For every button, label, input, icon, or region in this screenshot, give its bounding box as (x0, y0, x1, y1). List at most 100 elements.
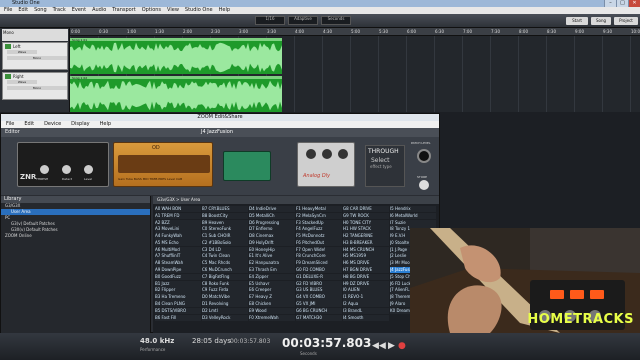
knob-icon[interactable] (322, 149, 332, 159)
timeline-ruler[interactable]: 0:00 0:30 1:00 1:30 2:00 2:30 3:00 3:30 4:00 4:30… (70, 28, 640, 36)
rewind-icon[interactable]: ◀◀ (372, 341, 386, 351)
store-button[interactable] (419, 180, 429, 190)
patch-cell[interactable]: B0 GoodFuzz (155, 273, 201, 281)
patch-cell[interactable]: H7 BGN DRIVE (343, 267, 389, 274)
close-icon[interactable]: ✕ (628, 0, 640, 7)
patch-cell[interactable]: C7 BigFatFlng (202, 273, 248, 281)
patch-level-knob[interactable] (417, 149, 431, 163)
patch-cell[interactable]: H3 B-BREAKER (343, 239, 389, 247)
patch-cell[interactable]: G0 FD COMBO (296, 267, 342, 274)
amp-pedal[interactable]: OD Gain Tube BASS MID TREB PRES Level CA… (113, 142, 213, 187)
patch-cell[interactable]: E7 Heavy Z (249, 294, 295, 301)
patch-cell[interactable]: C8 Roko Funk (202, 280, 248, 287)
record-arm-icon[interactable] (5, 74, 11, 79)
patch-cell[interactable]: A4 FunkyWah (155, 233, 201, 240)
patch-cell[interactable]: H5 MS1959 (343, 253, 389, 260)
arrange-view[interactable]: Song 1 01 Song 1 02 (70, 36, 640, 112)
patch-cell[interactable]: H2 TANGERINE (343, 233, 389, 240)
patch-cell[interactable]: E5 Ushavr (249, 280, 295, 287)
cab-pedal[interactable] (223, 151, 271, 181)
menu-track[interactable]: Track (53, 7, 66, 14)
project-button[interactable]: Project (614, 17, 638, 25)
patch-cell[interactable]: E0 HoneyHip (249, 246, 295, 254)
patch-cell[interactable]: B2 Flipper (155, 287, 201, 294)
library-item[interactable]: ZOOM Online (1, 233, 150, 239)
patch-cell[interactable]: C9 Fuzz Firda (202, 287, 248, 294)
patch-cell[interactable]: C1 Sub CHOIR (202, 233, 248, 240)
patch-cell[interactable]: I4 Smooth (343, 314, 389, 321)
patch-cell[interactable]: G6 BG CRUNCH (296, 307, 342, 315)
knob-icon[interactable] (84, 165, 93, 174)
patch-cell[interactable]: D8 Cinemax (249, 233, 295, 240)
menu-help[interactable]: Help (219, 7, 230, 14)
knob-icon[interactable] (62, 165, 71, 174)
maximize-icon[interactable]: □ (616, 0, 628, 7)
patch-cell[interactable]: D1 Revolving (202, 300, 248, 308)
patch-cell[interactable]: D7 Enfierno (249, 226, 295, 233)
patch-cell[interactable]: D2 Lmtl (202, 307, 248, 315)
patch-cell[interactable]: B6 Fast Fill (155, 314, 201, 321)
menu-file[interactable]: File (4, 7, 12, 14)
patch-cell[interactable]: F0 XtremeWah (249, 314, 295, 321)
minimize-icon[interactable]: – (604, 0, 616, 7)
patch-cell[interactable]: E1 It's Alive (249, 253, 295, 260)
track-mode[interactable]: Wave (7, 80, 37, 84)
patch-cell[interactable]: D6 Progressing (249, 219, 295, 226)
patch-cell[interactable]: G5 VX JMI (296, 300, 342, 308)
patch-cell[interactable]: A3 MoveLini (155, 226, 201, 233)
zoom-menu-device[interactable]: Device (44, 121, 61, 128)
patch-cell[interactable]: D9 HolyDrift (249, 239, 295, 247)
menu-audio[interactable]: Audio (92, 7, 106, 14)
patch-cell[interactable]: A6 MultiMod (155, 246, 201, 254)
patch-cell[interactable]: D0 MatchVibe (202, 294, 248, 301)
patch-cell[interactable]: H4 MS CRUNCH (343, 246, 389, 254)
track-mode[interactable]: Wave (7, 50, 37, 54)
quantize-readout[interactable]: 1/16 (255, 16, 285, 25)
patch-cell[interactable]: A1 TREM FD (155, 212, 201, 220)
patch-cell[interactable]: B7 CRY.BLUES (202, 206, 248, 213)
menu-song[interactable]: Song (34, 7, 47, 14)
patch-cell[interactable]: H1 HW STACK (343, 226, 389, 233)
patch-cell[interactable]: A7 ShufflinIT (155, 253, 201, 260)
patch-cell[interactable]: G2 FD VIBRO (296, 280, 342, 287)
patch-cell[interactable]: C5 Mac Rhcds (202, 260, 248, 267)
patch-cell[interactable]: F8 CrunchCore (296, 253, 342, 260)
patch-cell[interactable]: I1 REVO-1 (343, 294, 389, 301)
patch-cell[interactable]: H0 TONE CITY (343, 219, 389, 226)
znr-pedal[interactable]: ZNR THRESH Detect Level (17, 142, 109, 187)
knob-icon[interactable] (40, 165, 49, 174)
patch-cell[interactable]: D3 VelleyRock (202, 314, 248, 321)
patch-cell[interactable]: C3 D4 LD (202, 246, 248, 254)
audio-clip[interactable]: Song 1 01 (70, 38, 282, 74)
patch-cell[interactable]: A8 SteamWah (155, 260, 201, 267)
patch-cell[interactable]: E4 Zipper (249, 273, 295, 281)
patch-cell[interactable]: B5 DSTS/VIBRO (155, 307, 201, 315)
patch-cell[interactable]: D5 MetalliCh (249, 212, 295, 220)
patch-cell[interactable]: G1 DELUXE-R (296, 273, 342, 281)
patch-cell[interactable]: C2 #1BBoSolo (202, 239, 248, 247)
patch-cell[interactable]: B1 Jazz (155, 280, 201, 287)
patch-cell[interactable]: F6 PitchedOut (296, 239, 342, 247)
patch-name[interactable]: J4 JazzFusion (201, 128, 233, 137)
menu-event[interactable]: Event (72, 7, 86, 14)
patch-cell[interactable]: G7 MATCH30 (296, 314, 342, 321)
patch-cell[interactable]: F7 Open Wide! (296, 246, 342, 254)
menu-studio-one[interactable]: Studio One (185, 7, 213, 14)
patch-cell[interactable]: E3 Thrash Em (249, 267, 295, 274)
patch-cell[interactable]: F1 HeavyMetal (296, 206, 342, 213)
patch-cell[interactable]: G9 TW ROCK (343, 212, 389, 220)
patch-cell[interactable]: I2 Aqua (343, 300, 389, 308)
patch-cell[interactable]: G3 US BLUES (296, 287, 342, 294)
knob-icon[interactable] (338, 149, 348, 159)
patch-cell[interactable]: B9 Heaven (202, 219, 248, 226)
patch-cell[interactable]: B8 BoostCity (202, 212, 248, 220)
menu-transport[interactable]: Transport (112, 7, 135, 14)
patch-cell[interactable]: A2 BZZ (155, 219, 201, 226)
patch-cell[interactable]: B4 Clean PLNG (155, 300, 201, 308)
start-button[interactable]: Start (566, 17, 588, 25)
patch-cell[interactable]: I3 BrandL (343, 307, 389, 315)
zoom-menu-file[interactable]: File (6, 121, 14, 128)
record-icon[interactable]: ● (398, 341, 406, 351)
timebase-readout[interactable]: Adaptive (288, 16, 318, 25)
patch-cell[interactable]: I7 Suzie (390, 219, 436, 226)
